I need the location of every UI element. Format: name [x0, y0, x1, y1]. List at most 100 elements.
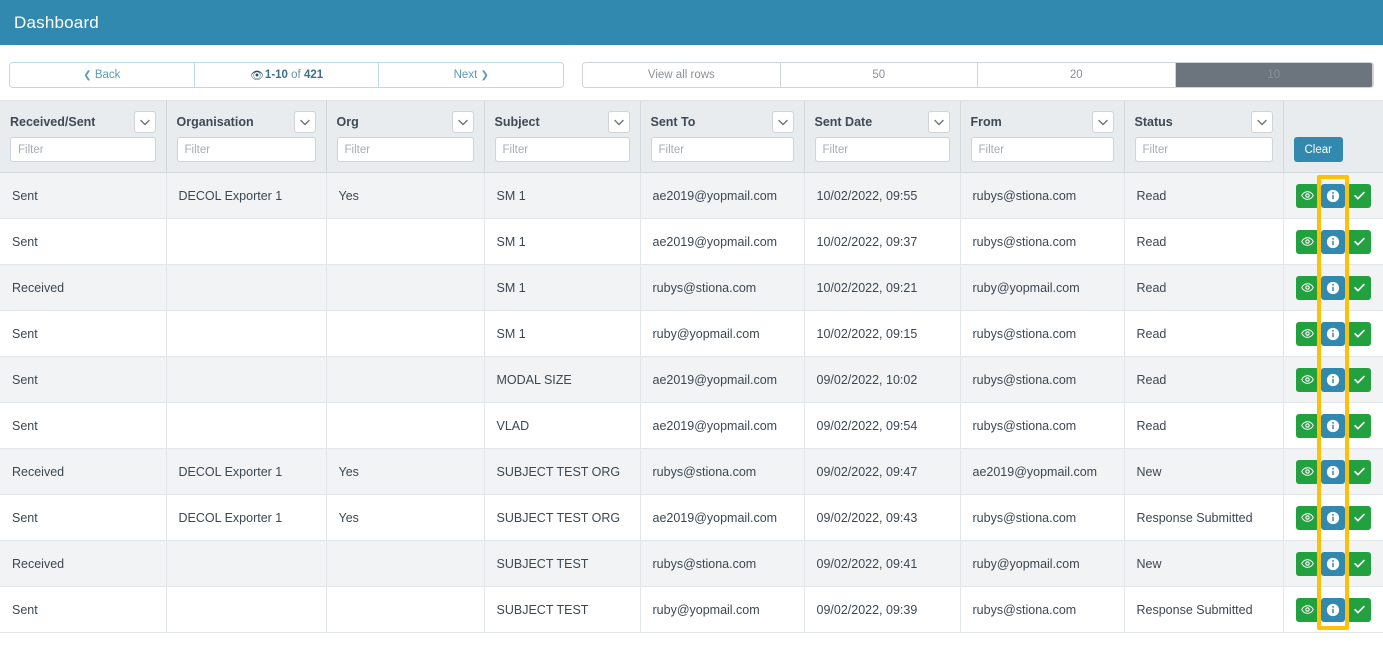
chevron-down-icon[interactable] — [771, 111, 794, 133]
check-row-button[interactable] — [1347, 551, 1371, 576]
cell-sent-to: ae2019@yopmail.com — [640, 172, 805, 219]
view-row-button[interactable] — [1295, 597, 1320, 622]
cell-sent-date: 09/02/2022, 10:02 — [804, 356, 961, 403]
chevron-down-icon[interactable] — [1091, 111, 1114, 133]
cell-from: rubys@stiona.com — [960, 586, 1125, 633]
info-row-button[interactable] — [1321, 275, 1346, 300]
filter-input-from[interactable] — [970, 137, 1114, 162]
next-button[interactable]: Next ❯ — [379, 63, 564, 87]
check-row-button[interactable] — [1347, 275, 1371, 300]
check-row-button[interactable] — [1347, 321, 1371, 346]
view-row-button[interactable] — [1295, 413, 1320, 438]
page-size-10-button[interactable]: 10 — [1175, 63, 1373, 87]
chevron-down-icon[interactable] — [607, 111, 630, 133]
check-row-button[interactable] — [1347, 413, 1371, 438]
table-row[interactable]: Sent SM 1 ruby@yopmail.com 10/02/2022, 09:1… — [0, 310, 1383, 357]
table-row[interactable]: Sent VLAD ae2019@yopmail.com 09/02/2022, 09… — [0, 402, 1383, 449]
cell-org — [326, 218, 485, 265]
view-row-button[interactable] — [1295, 367, 1320, 392]
page-size-50-button[interactable]: 50 — [780, 63, 979, 87]
info-row-button[interactable] — [1321, 183, 1346, 208]
filter-cell-status — [1124, 137, 1284, 173]
table-row[interactable]: Sent SUBJECT TEST ruby@yopmail.com 09/02/20… — [0, 586, 1383, 633]
table-body: Sent DECOL Exporter 1 Yes SM 1 ae2019@yopmai… — [0, 172, 1383, 633]
check-icon — [1353, 419, 1366, 432]
check-row-button[interactable] — [1347, 367, 1371, 392]
cell-subject: SUBJECT TEST ORG — [484, 494, 641, 541]
view-icon — [1301, 327, 1314, 340]
check-row-button[interactable] — [1347, 505, 1371, 530]
view-row-button[interactable] — [1295, 505, 1320, 530]
check-icon — [1353, 603, 1366, 616]
cell-status: Response Submitted — [1124, 586, 1284, 633]
filter-input-status[interactable] — [1134, 137, 1273, 162]
table-row[interactable]: Received DECOL Exporter 1 Yes SUBJECT TEST … — [0, 448, 1383, 495]
info-row-button[interactable] — [1321, 321, 1346, 346]
view-row-button[interactable] — [1295, 183, 1320, 208]
cell-from: rubys@stiona.com — [960, 310, 1125, 357]
filter-input-sent-date[interactable] — [814, 137, 950, 162]
info-icon — [1326, 189, 1340, 203]
chevron-down-icon[interactable] — [293, 111, 316, 133]
view-all-rows-button[interactable]: View all rows — [583, 63, 781, 87]
back-button-label: Back — [94, 69, 121, 81]
column-label: Sent To — [650, 115, 696, 129]
column-header-actions — [1283, 101, 1383, 137]
info-row-button[interactable] — [1321, 597, 1346, 622]
chevron-down-icon[interactable] — [1250, 111, 1273, 133]
table-row[interactable]: Sent DECOL Exporter 1 Yes SUBJECT TEST ORG a… — [0, 494, 1383, 541]
table-row[interactable]: Sent SM 1 ae2019@yopmail.com 10/02/2022, 09… — [0, 218, 1383, 265]
filter-input-org[interactable] — [336, 137, 474, 162]
check-row-button[interactable] — [1347, 229, 1371, 254]
table-row[interactable]: Received SUBJECT TEST rubys@stiona.com 09/0… — [0, 540, 1383, 587]
filter-input-organisation[interactable] — [176, 137, 316, 162]
cell-status: Read — [1124, 310, 1284, 357]
table-row[interactable]: Received SM 1 rubys@stiona.com 10/02/2022, … — [0, 264, 1383, 311]
clear-filters-button[interactable]: Clear — [1293, 137, 1343, 162]
info-row-button[interactable] — [1321, 459, 1346, 484]
info-row-button[interactable] — [1321, 229, 1346, 254]
info-row-button[interactable] — [1321, 367, 1346, 392]
cell-sent-date: 09/02/2022, 09:41 — [804, 540, 961, 587]
cell-received-sent: Received — [0, 264, 167, 311]
view-row-button[interactable] — [1295, 551, 1320, 576]
info-row-button[interactable] — [1321, 505, 1346, 530]
cell-status: New — [1124, 448, 1284, 495]
page-size-20-button[interactable]: 20 — [978, 63, 1176, 87]
check-row-button[interactable] — [1347, 183, 1371, 208]
cell-status: Read — [1124, 264, 1284, 311]
page-size-group: View all rows 50 20 10 — [582, 62, 1374, 88]
cell-actions — [1283, 172, 1383, 219]
table-row[interactable]: Sent DECOL Exporter 1 Yes SM 1 ae2019@yopmai… — [0, 172, 1383, 219]
info-row-button[interactable] — [1321, 413, 1346, 438]
info-row-button[interactable] — [1321, 551, 1346, 576]
cell-sent-to: rubys@stiona.com — [640, 540, 805, 587]
cell-organisation — [166, 540, 327, 587]
back-button[interactable]: ❮ Back — [10, 63, 195, 87]
info-icon — [1326, 373, 1340, 387]
filter-input-received-sent[interactable] — [10, 137, 156, 162]
cell-actions — [1283, 402, 1383, 449]
info-icon — [1326, 465, 1340, 479]
chevron-down-icon[interactable] — [133, 111, 156, 133]
view-row-button[interactable] — [1295, 229, 1320, 254]
row-action-group — [1295, 229, 1372, 254]
view-row-button[interactable] — [1295, 275, 1320, 300]
range-indicator[interactable]: 👁 1-10 of 421 — [194, 63, 380, 87]
filter-input-subject[interactable] — [494, 137, 630, 162]
cell-actions — [1283, 218, 1383, 265]
cell-sent-to: ruby@yopmail.com — [640, 586, 805, 633]
check-row-button[interactable] — [1347, 459, 1371, 484]
view-row-button[interactable] — [1295, 321, 1320, 346]
cell-subject: SUBJECT TEST — [484, 586, 641, 633]
chevron-down-icon[interactable] — [927, 111, 950, 133]
data-grid-container: Received/Sent Organisation Org Subject S… — [0, 100, 1383, 633]
cell-status: New — [1124, 540, 1284, 587]
cell-organisation — [166, 586, 327, 633]
table-row[interactable]: Sent MODAL SIZE ae2019@yopmail.com 09/02/20… — [0, 356, 1383, 403]
check-row-button[interactable] — [1347, 597, 1371, 622]
filter-input-sent-to[interactable] — [650, 137, 794, 162]
cell-subject: SM 1 — [484, 172, 641, 219]
chevron-down-icon[interactable] — [451, 111, 474, 133]
view-row-button[interactable] — [1295, 459, 1320, 484]
